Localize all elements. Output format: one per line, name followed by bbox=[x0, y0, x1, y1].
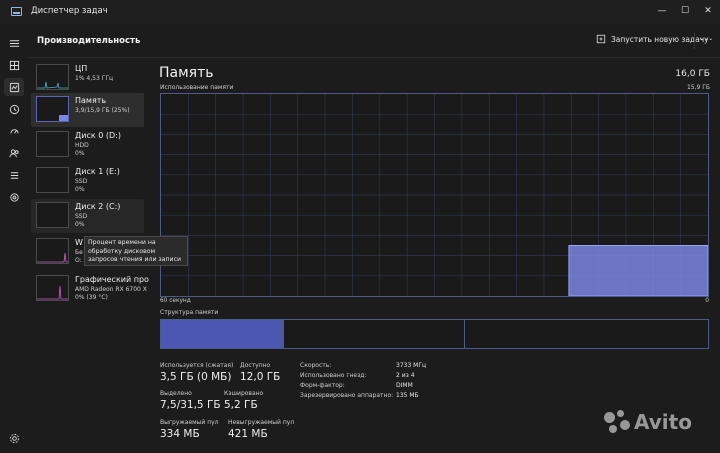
memory-usage-chart bbox=[161, 94, 708, 296]
device-name: Память bbox=[75, 96, 107, 105]
nonpaged-pool-value: 421 МБ bbox=[228, 428, 268, 440]
device-type: SSD bbox=[75, 178, 88, 185]
device-type: SSD bbox=[75, 213, 88, 220]
memory-title: Память bbox=[159, 65, 214, 81]
nonpaged-pool-label: Невыгружаемый пул bbox=[228, 419, 295, 426]
hardware-reserved-value: 135 МБ bbox=[396, 392, 419, 399]
device-gpu[interactable]: Графический про AMD Radeon RX 6700 X 0% … bbox=[31, 272, 149, 306]
device-type: Бе bbox=[75, 249, 83, 256]
device-name: Диск 1 (E:) bbox=[75, 167, 120, 176]
device-memory[interactable]: Память 3,9/15,9 ГБ (25%) bbox=[31, 93, 144, 127]
processes-icon[interactable] bbox=[4, 56, 24, 74]
device-cpu[interactable]: ЦП 1% 4,53 ГГц bbox=[31, 61, 144, 95]
maximize-button[interactable]: ☐ bbox=[673, 2, 697, 20]
device-disk-2[interactable]: Диск 2 (C:) SSD 0% bbox=[31, 199, 144, 233]
available-label: Доступно bbox=[240, 362, 271, 369]
startup-apps-icon[interactable] bbox=[4, 122, 24, 140]
device-usage: 0% bbox=[75, 221, 85, 228]
cpu-thumbnail bbox=[36, 64, 69, 90]
axis-left-label: 60 секунд bbox=[160, 298, 191, 304]
app-history-icon[interactable] bbox=[4, 100, 24, 118]
hardware-reserved-label: Зарезервировано аппаратно: bbox=[300, 392, 394, 399]
memory-usage-graph bbox=[160, 93, 709, 297]
details-icon[interactable] bbox=[4, 166, 24, 184]
cached-label: Кэшировано bbox=[224, 390, 264, 397]
memory-structure-label: Структура памяти bbox=[160, 309, 219, 316]
axis-right-label: 0 bbox=[705, 298, 709, 304]
device-usage: 0% bbox=[75, 186, 85, 193]
window-title: Диспетчер задач bbox=[31, 6, 108, 16]
device-usage: 1% 4,53 ГГц bbox=[75, 75, 114, 82]
standby-segment bbox=[284, 320, 465, 348]
usage-graph-label: Использование памяти bbox=[160, 84, 234, 91]
device-name: Графический про bbox=[75, 275, 149, 284]
device-usage: 3,9/15,9 ГБ (25%) bbox=[75, 107, 130, 114]
slots-used-value: 2 из 4 bbox=[396, 372, 415, 379]
hamburger-icon[interactable] bbox=[4, 34, 24, 52]
memory-usage-area bbox=[568, 245, 708, 296]
paged-pool-label: Выгружаемый пул bbox=[160, 419, 219, 426]
header-divider bbox=[694, 33, 695, 49]
disk-1-thumbnail bbox=[36, 167, 69, 193]
device-model: AMD Radeon RX 6700 X bbox=[75, 286, 147, 293]
form-factor-label: Форм-фактор: bbox=[300, 382, 345, 389]
device-usage: О: bbox=[75, 257, 82, 264]
task-manager-app-icon bbox=[11, 7, 22, 16]
form-factor-value: DIMM bbox=[396, 382, 413, 389]
device-disk-0[interactable]: Диск 0 (D:) HDD 0% bbox=[31, 128, 144, 162]
committed-label: Выделено bbox=[160, 390, 192, 397]
disk-0-thumbnail bbox=[36, 131, 69, 157]
wifi-thumbnail bbox=[36, 238, 69, 264]
device-usage: 0% bbox=[75, 150, 85, 157]
users-icon[interactable] bbox=[4, 144, 24, 162]
memory-thumbnail bbox=[36, 96, 69, 122]
page-header: Производительность Запустить новую задач… bbox=[28, 24, 720, 58]
gpu-thumbnail bbox=[36, 275, 69, 301]
more-options-button[interactable]: ··· bbox=[700, 33, 714, 46]
speed-value: 3733 МГц bbox=[396, 362, 427, 369]
device-disk-1[interactable]: Диск 1 (E:) SSD 0% bbox=[31, 164, 144, 198]
settings-icon[interactable] bbox=[4, 429, 24, 447]
avito-watermark-text: Avito bbox=[634, 410, 692, 434]
free-segment bbox=[465, 320, 708, 348]
paged-pool-value: 334 МБ bbox=[160, 428, 200, 440]
device-name: W bbox=[75, 238, 83, 247]
device-name: Диск 0 (D:) bbox=[75, 131, 121, 140]
cached-value: 5,2 ГБ bbox=[224, 399, 258, 411]
speed-label: Скорость: bbox=[300, 362, 332, 369]
performance-icon[interactable] bbox=[4, 78, 24, 96]
page-title: Производительность bbox=[37, 36, 141, 46]
available-value: 12,0 ГБ bbox=[240, 371, 281, 383]
device-name: Диск 2 (C:) bbox=[75, 202, 121, 211]
avito-logo-icon bbox=[604, 410, 630, 434]
left-nav bbox=[0, 24, 28, 453]
disk-2-thumbnail bbox=[36, 202, 69, 228]
avito-watermark: Avito bbox=[604, 410, 692, 434]
in-use-segment bbox=[161, 320, 282, 348]
device-usage: 0% (39 °C) bbox=[75, 294, 108, 301]
services-icon[interactable] bbox=[4, 188, 24, 206]
memory-panel: Память 16,0 ГБ Использование памяти 15,9… bbox=[152, 58, 720, 453]
close-button[interactable]: ✕ bbox=[696, 2, 720, 20]
minimize-button[interactable]: — bbox=[650, 2, 674, 20]
new-task-icon bbox=[596, 34, 606, 44]
disk-tooltip: Процент времени на обработку дисковом за… bbox=[84, 236, 188, 266]
memory-structure-bar bbox=[160, 319, 709, 349]
committed-value: 7,5/31,5 ГБ bbox=[160, 399, 221, 411]
title-bar: Диспетчер задач — ☐ ✕ bbox=[0, 0, 720, 24]
in-use-value: 3,5 ГБ (0 МБ) bbox=[160, 371, 232, 383]
slots-used-label: Использовано гнезд: bbox=[300, 372, 367, 379]
usage-graph-max: 15,9 ГБ bbox=[686, 84, 710, 91]
device-type: HDD bbox=[75, 142, 89, 149]
run-new-task-button[interactable]: Запустить новую задачу bbox=[596, 34, 709, 44]
device-name: ЦП bbox=[75, 64, 88, 73]
memory-total: 16,0 ГБ bbox=[675, 69, 710, 79]
in-use-label: Используется (сжатая) bbox=[160, 362, 234, 369]
